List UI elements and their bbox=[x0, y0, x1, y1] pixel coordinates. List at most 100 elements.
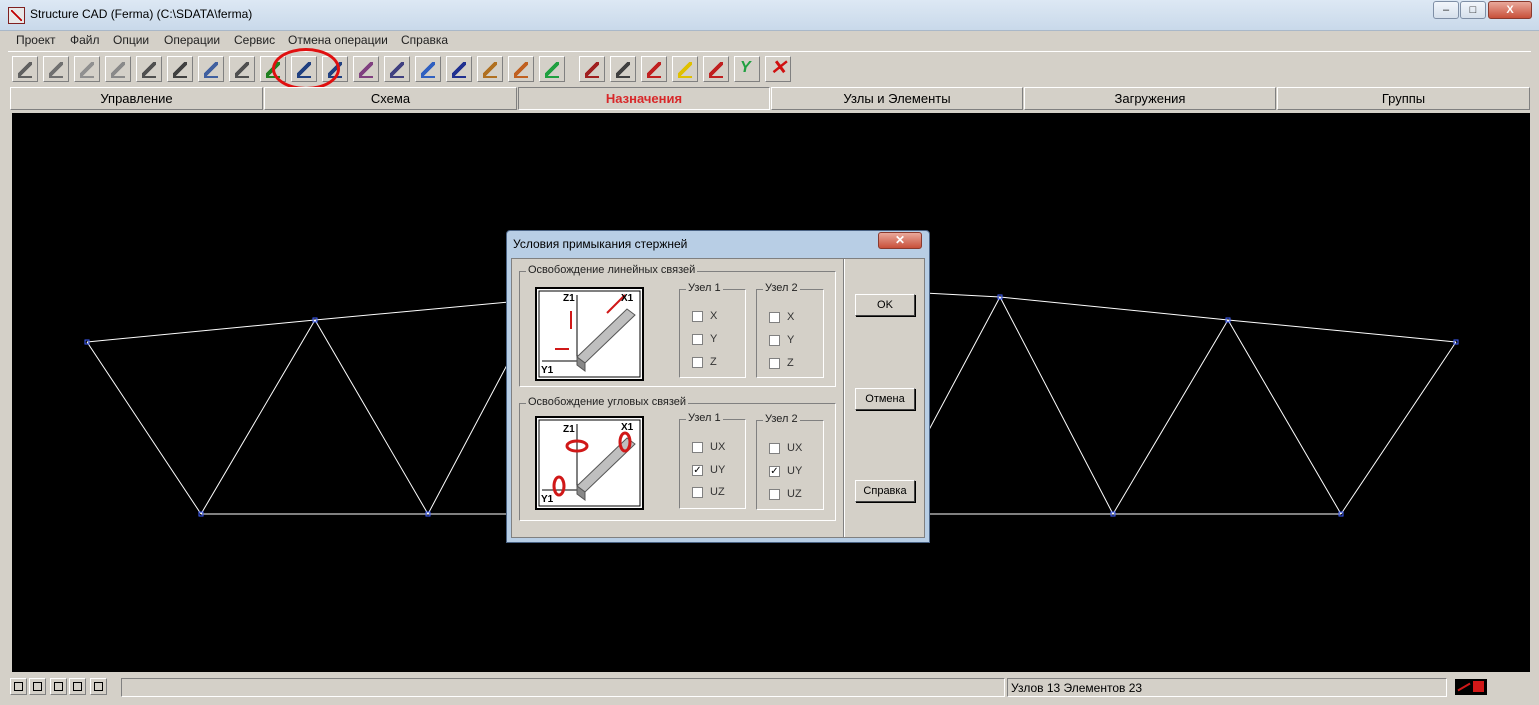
top-chord-element[interactable] bbox=[86, 319, 316, 343]
delete-button[interactable]: ✕ bbox=[765, 56, 791, 82]
menu-service[interactable]: Сервис bbox=[234, 33, 275, 47]
diagonal-element[interactable] bbox=[200, 319, 316, 515]
plate-r-button[interactable] bbox=[43, 56, 69, 82]
green-cube-button[interactable] bbox=[539, 56, 565, 82]
ang-n2-uy-checkbox[interactable]: ✓ UY bbox=[769, 465, 829, 479]
checkbox-box[interactable] bbox=[769, 443, 780, 454]
top-chord-element[interactable] bbox=[1227, 319, 1457, 343]
rz-button[interactable] bbox=[703, 56, 729, 82]
view-front-button[interactable] bbox=[10, 678, 27, 695]
lin-n2-x-checkbox[interactable]: X bbox=[769, 311, 829, 325]
lin-n1-y-checkbox[interactable]: Y bbox=[692, 333, 752, 347]
diagonal-element[interactable] bbox=[1227, 319, 1342, 515]
edit-icon bbox=[390, 62, 404, 78]
menu-file[interactable]: Файл bbox=[70, 33, 100, 47]
lin-n2-y-checkbox[interactable]: Y bbox=[769, 334, 829, 348]
table-arrow-button[interactable] bbox=[579, 56, 605, 82]
window-title: Structure CAD (Ferma) (C:\SDATA\ferma) bbox=[30, 7, 253, 21]
ang-n1-ux-checkbox[interactable]: UX bbox=[692, 441, 752, 455]
layers-button[interactable] bbox=[167, 56, 193, 82]
lin-n2-z-checkbox[interactable]: Z bbox=[769, 357, 829, 371]
color-scale-icon bbox=[678, 62, 692, 78]
checkbox-box[interactable] bbox=[692, 442, 703, 453]
ok-button[interactable]: OK bbox=[855, 294, 915, 316]
edit-button[interactable] bbox=[384, 56, 410, 82]
view-grid-button[interactable] bbox=[90, 678, 107, 695]
tab-scheme[interactable]: Схема bbox=[264, 87, 517, 110]
view-iso-button[interactable] bbox=[29, 678, 46, 695]
checkbox-box[interactable] bbox=[769, 335, 780, 346]
dialog-close-button[interactable]: ✕ bbox=[878, 232, 922, 249]
tab-loads[interactable]: Загружения bbox=[1024, 87, 1276, 110]
tab-nodes-elements[interactable]: Узлы и Элементы bbox=[771, 87, 1023, 110]
x-axis-button[interactable] bbox=[446, 56, 472, 82]
checkbox-label: Z bbox=[710, 356, 717, 368]
checkbox-label: X bbox=[787, 311, 795, 323]
menu-operations[interactable]: Операции bbox=[164, 33, 220, 47]
menu-options[interactable]: Опции bbox=[113, 33, 149, 47]
pencil-r-button[interactable] bbox=[12, 56, 38, 82]
cancel-button[interactable]: Отмена bbox=[855, 388, 915, 410]
diagonal-element[interactable] bbox=[1112, 319, 1229, 515]
support-icon bbox=[204, 62, 218, 78]
diagonal-element[interactable] bbox=[314, 319, 429, 515]
help-button[interactable]: Справка bbox=[855, 480, 915, 502]
checkbox-box[interactable] bbox=[692, 487, 703, 498]
view-side-button[interactable] bbox=[69, 678, 86, 695]
checkbox-box[interactable] bbox=[769, 358, 780, 369]
minimize-icon: – bbox=[1442, 4, 1450, 16]
curve-button[interactable] bbox=[641, 56, 667, 82]
angular-node2-group: Узел 2 UX ✓ UY UZ bbox=[756, 413, 824, 510]
top-chord-element[interactable] bbox=[999, 296, 1229, 321]
diagonal-element[interactable] bbox=[999, 296, 1114, 515]
color-scale-button[interactable] bbox=[672, 56, 698, 82]
tab-assignments[interactable]: Назначения bbox=[518, 87, 770, 110]
diagonal-element[interactable] bbox=[86, 341, 202, 515]
ang-n2-uz-checkbox[interactable]: UZ bbox=[769, 488, 829, 502]
support-button[interactable] bbox=[198, 56, 224, 82]
title-bar[interactable]: Structure CAD (Ferma) (C:\SDATA\ferma) –… bbox=[0, 0, 1539, 31]
check-button[interactable]: Y bbox=[734, 56, 760, 82]
dialog-divider bbox=[843, 259, 845, 537]
solid-r-button[interactable] bbox=[74, 56, 100, 82]
checkbox-label: UY bbox=[787, 465, 803, 477]
checkbox-box[interactable] bbox=[692, 334, 703, 345]
lin-n1-z-checkbox[interactable]: Z bbox=[692, 356, 752, 370]
color-cube-button[interactable] bbox=[508, 56, 534, 82]
checkbox-label: UX bbox=[710, 441, 726, 453]
nodes-button[interactable] bbox=[415, 56, 441, 82]
menu-project[interactable]: Проект bbox=[16, 33, 56, 47]
lin-n1-x-checkbox[interactable]: X bbox=[692, 310, 752, 324]
maximize-button[interactable]: □ bbox=[1460, 1, 1486, 19]
checkbox-label: UY bbox=[710, 464, 726, 476]
table-r-button[interactable] bbox=[610, 56, 636, 82]
axes-button[interactable] bbox=[229, 56, 255, 82]
menu-help[interactable]: Справка bbox=[401, 33, 448, 47]
slab-r-button[interactable] bbox=[105, 56, 131, 82]
close-button[interactable]: X bbox=[1488, 1, 1532, 19]
checkbox-box[interactable]: ✓ bbox=[692, 465, 703, 476]
checkbox-label: Y bbox=[787, 334, 795, 346]
checkbox-box[interactable] bbox=[692, 357, 703, 368]
wand-button[interactable] bbox=[353, 56, 379, 82]
linear-release-group: Освобождение линейных связей Z1 X1 Y1 Уз… bbox=[519, 264, 836, 387]
ang-n2-ux-checkbox[interactable]: UX bbox=[769, 442, 829, 456]
ang-n1-uy-checkbox[interactable]: ✓ UY bbox=[692, 464, 752, 478]
checkbox-box[interactable] bbox=[769, 489, 780, 500]
diagonal-element[interactable] bbox=[1340, 341, 1457, 515]
tab-control[interactable]: Управление bbox=[10, 87, 263, 110]
checkbox-box[interactable] bbox=[769, 312, 780, 323]
angular-release-diagram-icon: Z1 X1 Y1 bbox=[535, 416, 644, 510]
block-r-button[interactable] bbox=[136, 56, 162, 82]
view-plan-button[interactable] bbox=[50, 678, 67, 695]
checkbox-box[interactable] bbox=[692, 311, 703, 322]
tab-groups[interactable]: Группы bbox=[1277, 87, 1530, 110]
green-cube-icon bbox=[545, 62, 559, 78]
menu-undo[interactable]: Отмена операции bbox=[288, 33, 388, 47]
rz-icon bbox=[709, 62, 723, 78]
checkbox-box[interactable]: ✓ bbox=[769, 466, 780, 477]
diagram-x-label: X1 bbox=[621, 293, 634, 304]
minimize-button[interactable]: – bbox=[1433, 1, 1459, 19]
z-axis-button[interactable] bbox=[477, 56, 503, 82]
ang-n1-uz-checkbox[interactable]: UZ bbox=[692, 486, 752, 500]
